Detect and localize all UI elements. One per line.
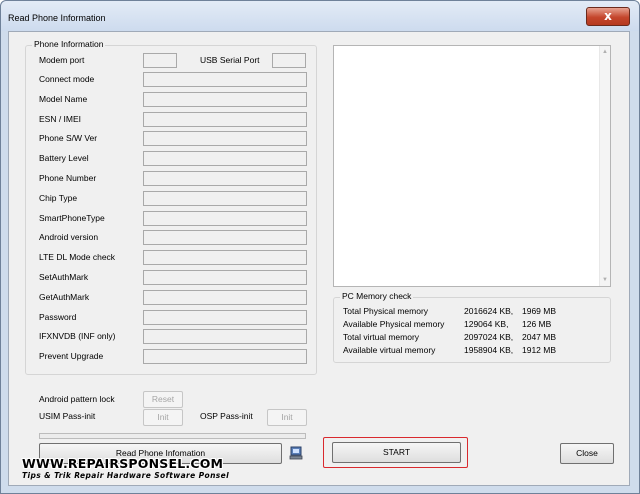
phone-info-group-title: Phone Information	[32, 39, 106, 49]
modem-port-label: Modem port	[39, 55, 85, 65]
memory-kb: 2016624 KB,	[464, 306, 514, 316]
window-title: Read Phone Information	[8, 13, 106, 23]
field-label: ESN / IMEI	[39, 113, 82, 124]
close-button[interactable]: Close	[560, 443, 614, 464]
osp-pass-init-label: OSP Pass-init	[200, 411, 253, 421]
field-value	[143, 289, 307, 305]
modem-port-field	[143, 53, 177, 68]
reset-button[interactable]: Reset	[143, 391, 183, 408]
field-value	[143, 250, 307, 266]
field-label: Model Name	[39, 93, 88, 104]
field-value	[143, 270, 307, 285]
memory-kb: 2097024 KB,	[464, 332, 514, 342]
watermark-tagline: Tips & Trik Repair Hardware Software Pon…	[22, 471, 230, 480]
watermark-site: WWW.REPAIRSPONSEL.COM	[22, 456, 224, 471]
field-label: Phone Number	[39, 173, 97, 183]
field-label: Chip Type	[39, 192, 78, 203]
memory-label: Total virtual memory	[343, 332, 420, 342]
progress-bar	[39, 433, 306, 439]
field-value	[143, 210, 307, 226]
memory-label: Available virtual memory	[343, 345, 436, 355]
start-button[interactable]: START	[332, 442, 461, 463]
field-value	[143, 309, 307, 325]
field-value	[143, 72, 307, 87]
field-value	[143, 349, 307, 365]
field-label: Password	[39, 311, 77, 322]
osp-init-button[interactable]: Init	[267, 409, 307, 426]
field-label: Prevent Upgrade	[39, 351, 104, 362]
field-label: Phone S/W Ver	[39, 133, 98, 144]
field-value	[143, 329, 307, 345]
usb-serial-port-field	[272, 53, 306, 68]
field-value	[143, 151, 307, 167]
memory-kb: 129064 KB,	[464, 319, 509, 329]
field-label: Android version	[39, 232, 99, 243]
memory-mb: 126 MB	[522, 319, 552, 329]
field-value	[143, 190, 307, 206]
field-label: Connect mode	[39, 74, 95, 84]
memory-label: Available Physical memory	[343, 319, 445, 329]
usb-serial-port-label: USB Serial Port	[200, 55, 260, 65]
field-value	[143, 111, 307, 127]
title-bar: Read Phone Information x	[1, 1, 639, 31]
memory-mb: 2047 MB	[522, 332, 557, 342]
phone-icon[interactable]	[289, 446, 303, 460]
pc-memory-group-title: PC Memory check	[340, 291, 414, 301]
field-value	[143, 131, 307, 147]
field-value	[143, 230, 307, 246]
memory-kb: 1958904 KB,	[464, 345, 514, 355]
field-label: LTE DL Mode check	[39, 252, 116, 263]
scroll-down-arrow-icon[interactable]: ▼	[602, 277, 608, 283]
window-close-button[interactable]: x	[586, 7, 630, 26]
field-label: GetAuthMark	[39, 291, 90, 302]
field-label: SetAuthMark	[39, 272, 89, 282]
memory-mb: 1969 MB	[522, 306, 557, 316]
scroll-up-arrow-icon[interactable]: ▲	[602, 49, 608, 55]
field-label: Battery Level	[39, 153, 89, 164]
field-label: IFXNVDB (INF only)	[39, 331, 116, 342]
memory-label: Total Physical memory	[343, 306, 429, 316]
android-pattern-lock-label: Android pattern lock	[39, 394, 115, 404]
field-label: SmartPhoneType	[39, 212, 105, 223]
field-value	[143, 91, 307, 107]
field-value	[143, 171, 307, 186]
usim-init-button[interactable]: Init	[143, 409, 183, 426]
usim-pass-init-label: USIM Pass-init	[39, 411, 96, 421]
memory-mb: 1912 MB	[522, 345, 557, 355]
log-scrollbar[interactable]: ▲ ▼	[599, 46, 610, 286]
output-log[interactable]: ▲ ▼	[333, 45, 611, 287]
